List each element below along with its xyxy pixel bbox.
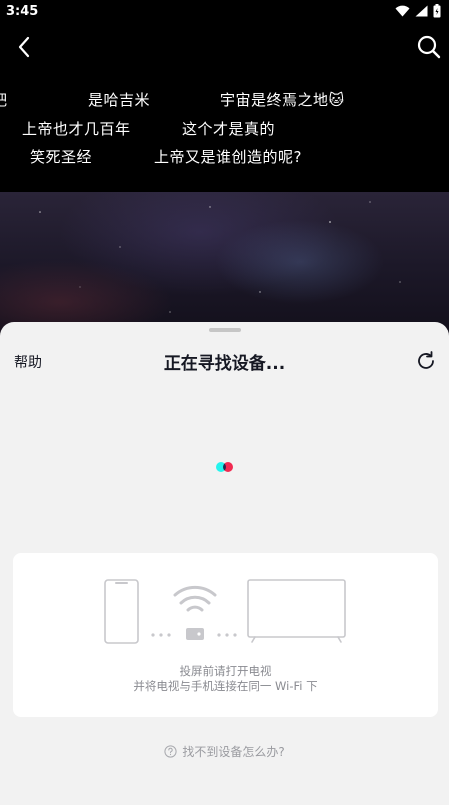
cant-find-device-link[interactable]: 找不到设备怎么办?	[0, 743, 449, 760]
cant-find-device-label: 找不到设备怎么办?	[182, 745, 285, 759]
phone-icon	[104, 579, 139, 644]
top-bar	[0, 28, 449, 68]
battery-icon	[433, 4, 441, 18]
drag-handle[interactable]	[209, 328, 241, 332]
video-preview[interactable]	[0, 192, 449, 342]
wifi-status-icon	[395, 5, 410, 17]
danmaku-item: 是哈吉米	[88, 91, 151, 109]
search-icon[interactable]	[415, 33, 443, 61]
cast-device-sheet: 帮助 正在寻找设备... 投屏前请打开电视 并将电视与手机连接在同一 Wi-Fi…	[0, 322, 449, 805]
dots-right	[217, 633, 237, 637]
status-bar: 3:45	[0, 0, 449, 22]
tv-icon	[247, 579, 346, 643]
wifi-icon	[173, 585, 217, 612]
danmaku-item: 吧	[0, 89, 8, 110]
refresh-icon[interactable]	[415, 350, 437, 372]
system-icons	[395, 4, 441, 18]
router-icon	[186, 628, 204, 640]
signal-icon	[415, 5, 428, 17]
status-time: 3:45	[6, 3, 39, 19]
danmaku-item: 宇宙是终焉之地🐱	[220, 91, 345, 109]
danmaku-item: 上帝又是谁创造的呢?	[154, 148, 302, 166]
danmaku-item: 这个才是真的	[182, 120, 276, 138]
danmaku-item: 上帝也才几百年	[22, 120, 131, 138]
guide-line-2: 并将电视与手机连接在同一 Wi-Fi 下	[133, 679, 318, 693]
guide-line-1: 投屏前请打开电视	[179, 664, 272, 678]
danmaku-item: 笑死圣经	[30, 148, 93, 166]
back-arrow-icon[interactable]	[12, 34, 38, 60]
cast-guide-text: 投屏前请打开电视 并将电视与手机连接在同一 Wi-Fi 下	[13, 664, 438, 694]
nebula-background	[39, 201, 401, 313]
cast-guide-illustration	[104, 579, 346, 644]
cast-guide-card: 投屏前请打开电视 并将电视与手机连接在同一 Wi-Fi 下	[13, 553, 438, 717]
loading-indicator	[216, 462, 236, 472]
sheet-title: 正在寻找设备...	[163, 354, 286, 374]
danmaku-layer: 吧 是哈吉米 宇宙是终焉之地🐱 上帝也才几百年 这个才是真的 笑死圣经 上帝又是…	[0, 80, 449, 190]
loading-dot-red	[223, 462, 233, 472]
help-circle-icon	[164, 745, 177, 758]
dots-left	[151, 633, 171, 637]
